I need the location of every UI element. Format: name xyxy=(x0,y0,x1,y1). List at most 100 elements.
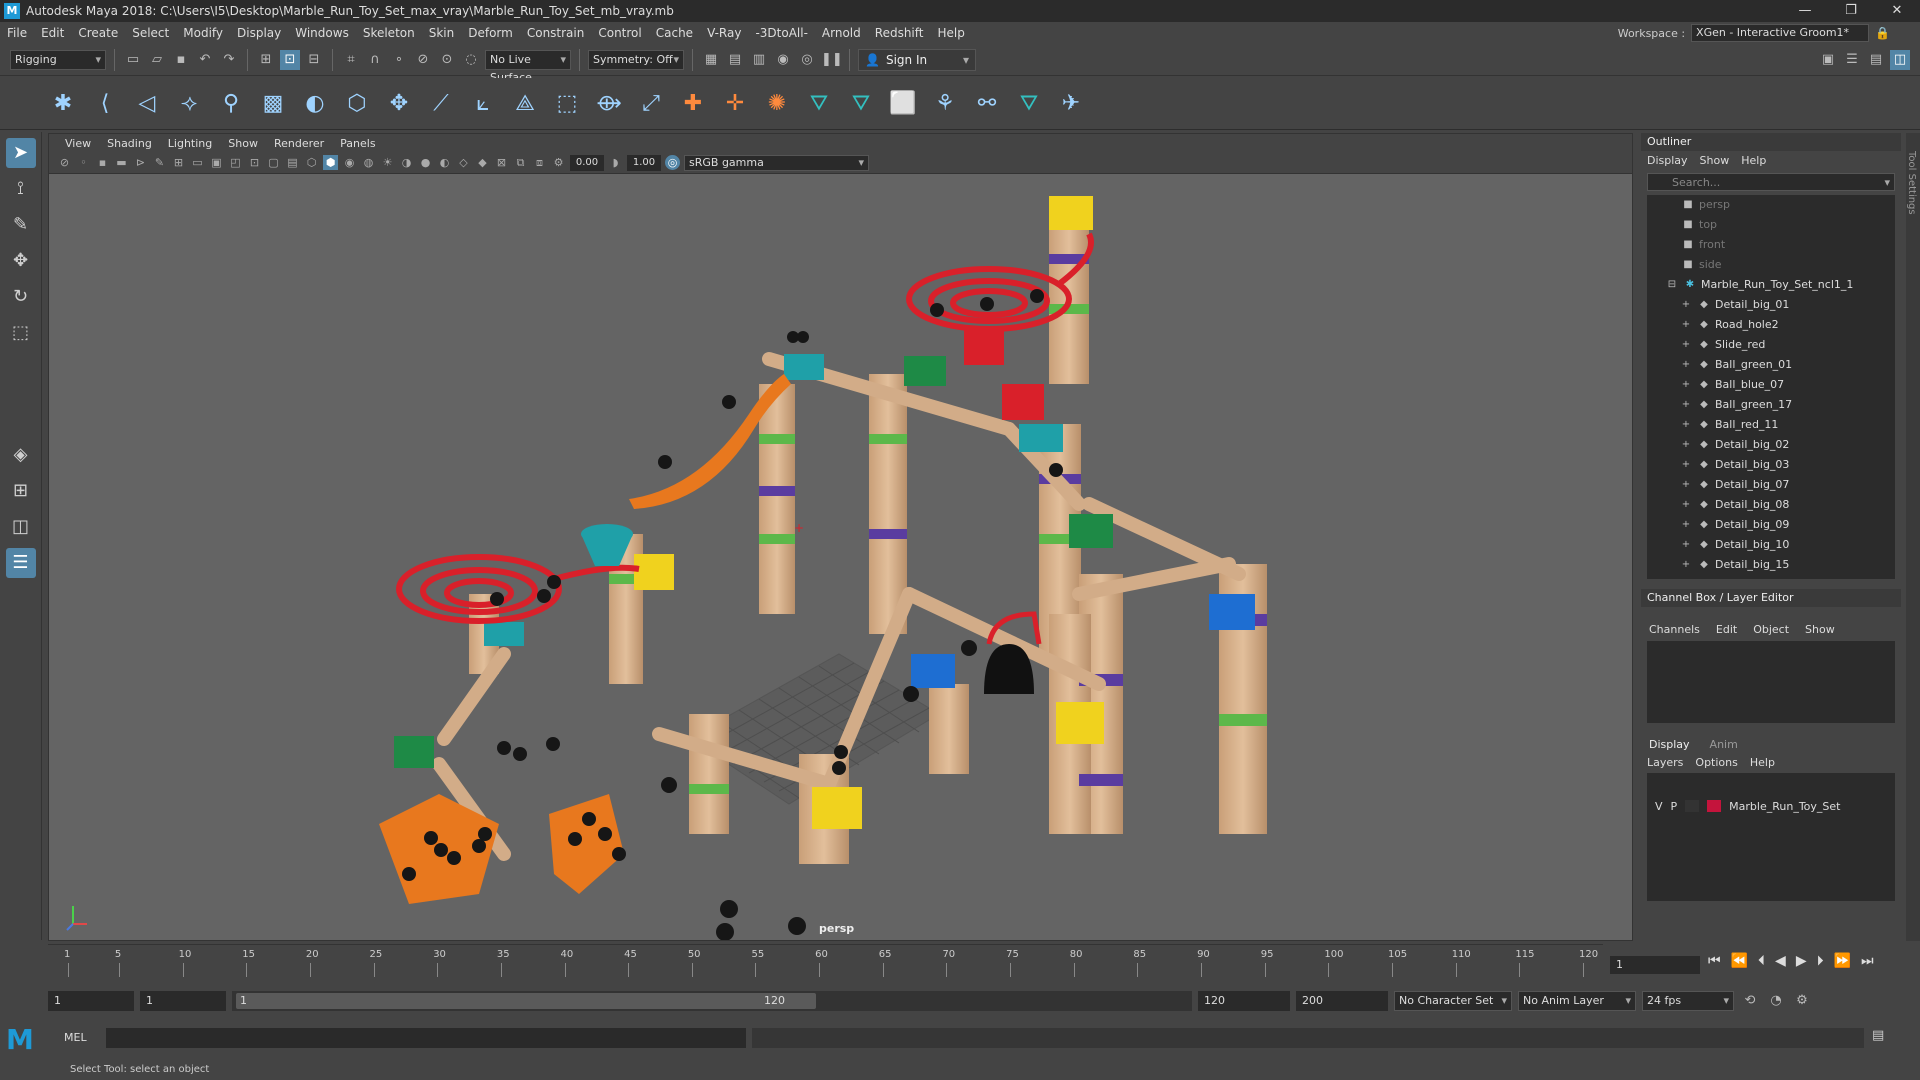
parent-constraint-icon[interactable]: ⟋ xyxy=(426,89,456,119)
skeleton-icon[interactable]: ⚲ xyxy=(216,89,246,119)
single-view-layout-icon[interactable]: ◈ xyxy=(6,440,36,470)
layer-menu-layers[interactable]: Layers xyxy=(1647,756,1683,769)
symmetry-dropdown[interactable]: Symmetry: Off xyxy=(588,49,684,70)
locator-joint-icon[interactable]: ✛ xyxy=(720,89,750,119)
snap-view-icon[interactable]: ⊘ xyxy=(413,50,433,70)
screen-space-ao-icon[interactable]: ● xyxy=(418,155,433,170)
menu-vray[interactable]: V-Ray xyxy=(700,22,748,44)
render-settings-icon[interactable]: ▥ xyxy=(749,50,769,70)
layer-display-type[interactable] xyxy=(1685,800,1700,812)
bookmark-icon[interactable]: ▪ xyxy=(95,155,110,170)
menu-file[interactable]: File xyxy=(0,22,34,44)
viewport-menu-shading[interactable]: Shading xyxy=(99,137,160,150)
lasso-tool-icon[interactable]: ⟟ xyxy=(6,174,36,204)
lock-icon[interactable]: 🔒 xyxy=(1875,26,1890,40)
locator-icon[interactable]: ✚ xyxy=(678,89,708,119)
layer-playback-toggle[interactable]: P xyxy=(1671,800,1678,813)
pin-icon[interactable]: ✈ xyxy=(1056,89,1086,119)
film-gate-icon[interactable]: ▭ xyxy=(190,155,205,170)
step-back-frame-icon[interactable]: ⏴ xyxy=(1758,953,1765,975)
go-to-start-icon[interactable]: ⏮ xyxy=(1708,953,1721,975)
expand-icon[interactable]: + xyxy=(1679,395,1693,415)
workspace-dropdown[interactable]: XGen - Interactive Groom1* xyxy=(1691,24,1870,42)
channelbox-menu-object[interactable]: Object xyxy=(1753,623,1789,636)
menu-create[interactable]: Create xyxy=(71,22,125,44)
two-view-layout-icon[interactable]: ◫ xyxy=(6,512,36,542)
point-constraint-icon[interactable]: ⟀ xyxy=(468,89,498,119)
menuset-dropdown[interactable]: Rigging xyxy=(10,49,106,70)
outliner-item[interactable]: + ◆ Detail_big_07 xyxy=(1647,475,1895,495)
attribute-editor-icon[interactable]: ☰ xyxy=(1842,50,1862,70)
xray-icon[interactable]: ⧉ xyxy=(513,155,528,170)
exposure-field[interactable]: 0.00 xyxy=(570,154,604,171)
create-joint-icon[interactable]: ✱ xyxy=(48,89,78,119)
set-driven-key-icon[interactable]: ⚘ xyxy=(930,89,960,119)
tool-settings-sidebar[interactable]: Tool Settings xyxy=(1906,133,1920,941)
ipr-render-icon[interactable]: ▤ xyxy=(725,50,745,70)
maximize-button[interactable]: ❐ xyxy=(1828,0,1874,22)
animation-end-field[interactable]: 200 xyxy=(1296,991,1388,1011)
scale-tool-icon[interactable]: ⬚ xyxy=(6,318,36,348)
preferences-icon[interactable]: ⚙ xyxy=(1792,991,1812,1011)
blend-shape-icon[interactable]: ⚯ xyxy=(972,89,1002,119)
viewport-menu-renderer[interactable]: Renderer xyxy=(266,137,332,150)
live-surface-field[interactable]: No Live Surface xyxy=(485,49,571,84)
select-hierarchy-icon[interactable]: ⊞ xyxy=(256,50,276,70)
step-forward-frame-icon[interactable]: ⏵ xyxy=(1817,953,1824,975)
layer-menu-help[interactable]: Help xyxy=(1750,756,1775,769)
safe-action-icon[interactable]: ▢ xyxy=(266,155,281,170)
outliner-item[interactable]: + ◆ Ball_blue_07 xyxy=(1647,375,1895,395)
color-management-icon[interactable]: ◎ xyxy=(665,155,680,170)
expand-icon[interactable]: + xyxy=(1679,315,1693,335)
menu-windows[interactable]: Windows xyxy=(288,22,356,44)
script-editor-icon[interactable]: ▤ xyxy=(1872,1028,1884,1043)
current-frame-field[interactable]: 1 xyxy=(1610,956,1700,974)
expand-icon[interactable]: + xyxy=(1679,455,1693,475)
layer-menu-options[interactable]: Options xyxy=(1695,756,1737,769)
outliner-item[interactable]: + ◆ Detail_big_09 xyxy=(1647,515,1895,535)
pole-vector-icon[interactable]: ⤢ xyxy=(636,89,666,119)
2d-pan-zoom-icon[interactable]: ⊳ xyxy=(133,155,148,170)
outliner-item[interactable]: + ◆ Ball_green_17 xyxy=(1647,395,1895,415)
anim-layer-dropdown[interactable]: No Anim Layer xyxy=(1518,991,1636,1011)
outliner-item[interactable]: + ◆ Detail_big_03 xyxy=(1647,455,1895,475)
minimize-button[interactable]: — xyxy=(1782,0,1828,22)
character-set-dropdown[interactable]: No Character Set xyxy=(1394,991,1512,1011)
mel-label[interactable]: MEL xyxy=(64,1028,104,1048)
move-tool-icon[interactable]: ✥ xyxy=(6,246,36,276)
mel-input[interactable] xyxy=(106,1028,746,1048)
snap-grid-icon[interactable]: ⌗ xyxy=(341,50,361,70)
menu-display[interactable]: Display xyxy=(230,22,288,44)
menu-deform[interactable]: Deform xyxy=(461,22,520,44)
select-camera-icon[interactable]: ⊘ xyxy=(57,155,72,170)
viewport-menu-panels[interactable]: Panels xyxy=(332,137,383,150)
paint-select-tool-icon[interactable]: ✎ xyxy=(6,210,36,240)
menu-3dtoall[interactable]: -3DtoAll- xyxy=(748,22,814,44)
menu-control[interactable]: Control xyxy=(591,22,648,44)
play-forwards-icon[interactable]: ▶ xyxy=(1796,953,1807,975)
human-ik-icon[interactable]: ⛛ xyxy=(804,89,834,119)
snap-surface-icon[interactable]: ⊙ xyxy=(437,50,457,70)
viewport-menu-view[interactable]: View xyxy=(57,137,99,150)
expand-icon[interactable]: + xyxy=(1679,535,1693,555)
menu-redshift[interactable]: Redshift xyxy=(868,22,931,44)
bind-skin-icon[interactable]: ⟢ xyxy=(174,89,204,119)
range-slider-handle[interactable] xyxy=(236,993,816,1009)
go-to-end-icon[interactable]: ⏭ xyxy=(1861,953,1874,975)
shape-editor-icon[interactable]: ⛛ xyxy=(1014,89,1044,119)
animation-start-field[interactable]: 1 xyxy=(48,991,134,1011)
viewport-menu-lighting[interactable]: Lighting xyxy=(160,137,220,150)
orient-constraint-icon[interactable]: ⟁ xyxy=(510,89,540,119)
snap-point-icon[interactable]: ∘ xyxy=(389,50,409,70)
select-object-icon[interactable]: ⊡ xyxy=(280,49,300,70)
menu-cache[interactable]: Cache xyxy=(649,22,700,44)
auto-key-icon[interactable]: ◔ xyxy=(1766,991,1786,1011)
layer-color-swatch[interactable] xyxy=(1707,800,1722,812)
expand-icon[interactable]: + xyxy=(1679,435,1693,455)
playback-end-field[interactable]: 120 xyxy=(1198,991,1290,1011)
paint-weights-icon[interactable]: ◐ xyxy=(300,89,330,119)
outliner-item-side[interactable]: ■ side xyxy=(1647,255,1895,275)
menu-skin[interactable]: Skin xyxy=(422,22,462,44)
outliner-item[interactable]: + ◆ Ball_red_11 xyxy=(1647,415,1895,435)
smooth-bind-icon[interactable]: ▩ xyxy=(258,89,288,119)
